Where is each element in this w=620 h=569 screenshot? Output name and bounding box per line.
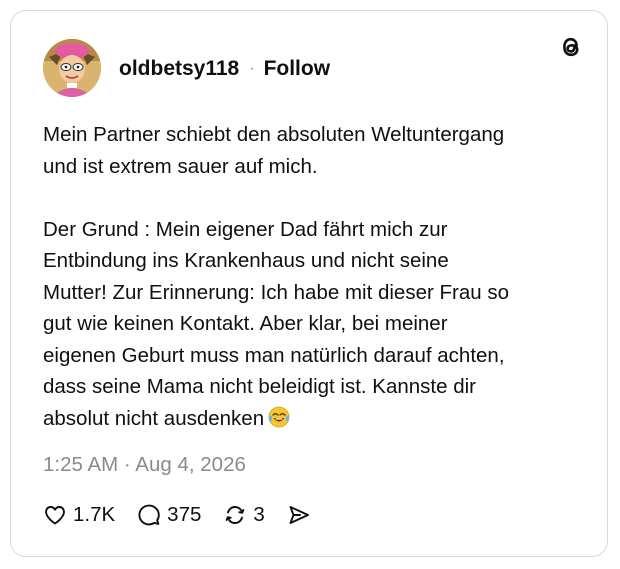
comment-icon (138, 504, 160, 526)
post-header: oldbetsy118 · Follow (119, 55, 330, 83)
reply-button[interactable]: 375 (137, 503, 201, 527)
heart-icon (45, 506, 65, 525)
separator-dot: · (249, 60, 255, 77)
post-text: Mein Partner schiebt den absoluten Weltu… (43, 123, 510, 430)
repost-button[interactable]: 3 (223, 503, 265, 527)
threads-logo-icon[interactable] (557, 33, 585, 61)
post-actions: 1.7K 375 3 (43, 501, 311, 529)
username[interactable]: oldbetsy118 (119, 57, 239, 81)
repost-icon (226, 506, 245, 524)
like-count: 1.7K (73, 503, 116, 526)
post-card: oldbetsy118 · Follow Mein Partner schieb… (10, 10, 608, 557)
send-icon (289, 506, 309, 524)
share-button[interactable] (287, 503, 311, 527)
reply-count: 375 (167, 503, 202, 526)
repost-count: 3 (253, 503, 265, 526)
post-timestamp[interactable]: 1:25 AM · Aug 4, 2026 (43, 453, 246, 477)
avatar-image (43, 39, 101, 97)
face-with-tears-of-joy-icon (268, 406, 290, 427)
avatar[interactable] (43, 39, 101, 97)
like-button[interactable]: 1.7K (43, 503, 115, 527)
follow-button[interactable]: Follow (264, 57, 331, 81)
post-body: Mein Partner schiebt den absoluten Weltu… (43, 119, 583, 434)
